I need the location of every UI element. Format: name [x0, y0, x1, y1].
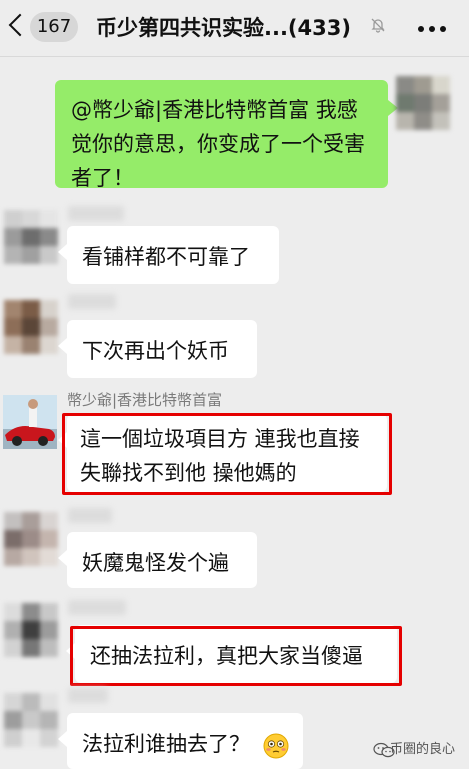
sender-name-blurred: [68, 688, 108, 703]
sender-avatar[interactable]: [3, 395, 57, 449]
group-chat-title: 币少第四共识实验...(433): [96, 16, 351, 40]
flushed-face-emoji-icon: [263, 733, 289, 759]
message-text: 看铺样都不可靠了: [82, 245, 250, 269]
sender-name: 幣少爺|香港比特幣首富: [67, 391, 223, 409]
sender-avatar[interactable]: [4, 603, 58, 657]
message-bubble[interactable]: 看铺样都不可靠了: [58, 226, 279, 284]
sender-avatar[interactable]: [4, 300, 58, 354]
message-bubble[interactable]: 下次再出个妖币: [58, 320, 257, 378]
unread-count-badge[interactable]: 167: [30, 12, 78, 42]
sender-avatar[interactable]: [4, 693, 58, 747]
back-chevron-icon[interactable]: [8, 13, 32, 37]
sender-avatar[interactable]: [4, 512, 58, 566]
message-text: 下次再出个妖币: [82, 339, 229, 363]
own-message-bubble[interactable]: @幣少爺|香港比特幣首富 我感觉你的意思，你变成了一个受害者了！: [55, 80, 398, 190]
sender-name-blurred: [68, 294, 116, 309]
highlight-box: [70, 626, 402, 686]
more-options-icon[interactable]: [418, 26, 446, 32]
sender-name-blurred: [68, 206, 124, 221]
mute-bell-icon: [371, 18, 385, 33]
message-bubble[interactable]: 妖魔鬼怪发个遍: [58, 532, 257, 588]
sender-name-blurred: [68, 508, 112, 523]
watermark-text: 币圈的良心: [389, 742, 455, 757]
message-text: 法拉利谁抽去了？: [82, 732, 250, 756]
chat-header: 167 币少第四共识实验...(433): [0, 0, 469, 57]
message-text: 妖魔鬼怪发个遍: [82, 551, 229, 575]
highlight-box: [62, 413, 392, 495]
own-message-text: @幣少爺|香港比特幣首富 我感觉你的意思，你变成了一个受害者了！: [71, 98, 365, 190]
sender-name-blurred: [68, 600, 126, 615]
own-avatar[interactable]: [396, 76, 450, 130]
sender-avatar[interactable]: [4, 210, 58, 264]
